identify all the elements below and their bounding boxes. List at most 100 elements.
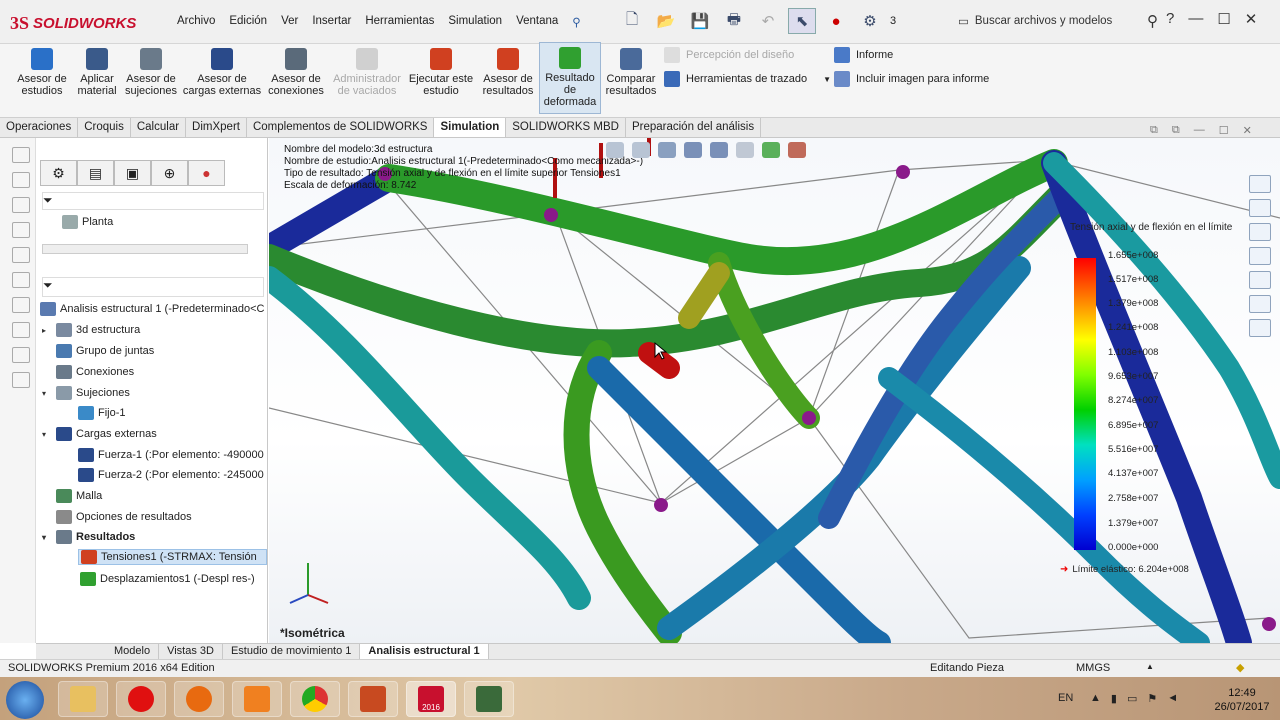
filter-bar[interactable]: ⏷ [42,192,264,210]
menu-insertar[interactable]: Insertar [305,12,358,32]
start-button[interactable] [6,681,44,719]
tab-mbd[interactable]: SOLIDWORKS MBD [506,118,626,137]
select-arrow-icon[interactable]: ⬉ [788,8,816,34]
tab-estudio-movimiento[interactable]: Estudio de movimiento 1 [223,644,361,659]
tray-arrow-icon[interactable]: ▲ [1090,692,1101,705]
tool-icon[interactable] [12,322,30,338]
print-icon[interactable]: 🖶 [720,8,748,34]
open-icon[interactable]: 📂 [652,8,680,34]
chrome-taskbar-button[interactable] [290,681,340,717]
filter-bar-2[interactable]: ⏷ [42,277,264,297]
home-icon[interactable] [1249,175,1271,193]
display-style-icon[interactable] [710,142,728,158]
tool-icon[interactable] [12,247,30,263]
explorer-taskbar-button[interactable] [58,681,108,717]
tree-item[interactable]: Fuerza-2 (:Por elemento: -245000 [64,468,264,482]
menu-simulation[interactable]: Simulation [441,12,509,32]
media-taskbar-button[interactable] [232,681,282,717]
zoom-icon[interactable] [606,142,624,158]
network-icon[interactable]: ▮ [1111,692,1117,705]
external-loads-advisor-button[interactable]: Asesor de cargas externas [182,44,262,116]
help-icon[interactable]: ? [1166,10,1174,28]
appearance-icon[interactable] [762,142,780,158]
tree-item[interactable]: Conexiones [42,365,134,379]
compare-results-button[interactable]: Comparar resultados [602,44,660,116]
study-advisor-button[interactable]: Asesor de estudios [12,44,72,116]
volume-icon[interactable]: ◄ [1167,692,1178,705]
menu-herramientas[interactable]: Herramientas [358,12,441,32]
property-manager-tab-icon[interactable]: ▤ [77,160,114,186]
tab-navigation[interactable] [36,644,106,659]
tree-item[interactable]: ▾ Sujeciones [42,386,130,400]
study-root[interactable]: Analisis estructural 1 (-Predeterminado<… [40,302,265,316]
menu-ver[interactable]: Ver [274,12,305,32]
tab-preparacion[interactable]: Preparación del análisis [626,118,762,137]
tool-icon[interactable] [12,372,30,388]
tool-icon[interactable] [12,222,30,238]
tool-icon[interactable] [12,147,30,163]
library-icon[interactable] [1249,199,1271,217]
feature-tree-tab-icon[interactable]: ⚙ [40,160,77,186]
tree-item[interactable]: ▸ 3d estructura [42,323,140,337]
maximize-button[interactable]: ☐ [1217,10,1230,28]
tab-modelo[interactable]: Modelo [106,644,160,659]
configuration-tab-icon[interactable]: ▣ [114,160,151,186]
menu-ventana[interactable]: Ventana [509,12,565,32]
dropdown-icon[interactable]: ▼ [823,75,831,84]
traffic-light-icon[interactable]: ● [822,8,850,34]
run-study-button[interactable]: Ejecutar este estudio [406,44,476,116]
restore-icon[interactable]: ⧉ [1150,124,1158,137]
view-orientation-icon[interactable] [684,142,702,158]
minimize-icon[interactable]: — [1194,124,1205,137]
firefox-taskbar-button[interactable] [174,681,224,717]
search-box[interactable]: ▭ Buscar archivos y modelos ⚲ [958,9,1158,33]
horizontal-scrollbar[interactable] [42,244,248,254]
close-icon[interactable]: ✕ [1243,124,1252,137]
solidworks-logo[interactable]: 3S SOLIDWORKS [10,8,150,38]
options-icon[interactable]: ⚙ [856,8,884,34]
tab-dimxpert[interactable]: DimXpert [186,118,247,137]
save-icon[interactable]: 💾 [686,8,714,34]
tree-item-selected[interactable]: Tensiones1 (-STRMAX: Tensión [78,549,267,565]
dimxpert-tab-icon[interactable]: ⊕ [151,160,188,186]
tree-item[interactable]: Opciones de resultados [42,510,192,524]
include-image-button[interactable]: Incluir imagen para informe [834,71,989,87]
language-indicator[interactable]: EN [1058,692,1073,704]
display-manager-tab-icon[interactable]: ● [188,160,225,186]
hide-show-icon[interactable] [736,142,754,158]
shell-manager-button[interactable]: Administrador de vaciados [330,44,404,116]
tab-calcular[interactable]: Calcular [131,118,187,137]
close-button[interactable]: ✕ [1245,10,1258,28]
tree-item[interactable]: ▾ Resultados [42,530,135,544]
deformed-result-button[interactable]: Resultado de deformada [539,42,601,114]
results-advisor-button[interactable]: Asesor de resultados [478,44,538,116]
tab-operaciones[interactable]: Operaciones [0,118,79,137]
pin-icon[interactable]: ⚲ [565,12,587,32]
tree-item[interactable]: Malla [42,489,102,503]
tree-item[interactable]: Grupo de juntas [42,344,154,358]
design-insight-button[interactable]: Percepción del diseño [664,47,794,63]
menu-archivo[interactable]: Archivo [170,12,222,32]
report-button[interactable]: Informe [834,47,893,63]
connections-advisor-button[interactable]: Asesor de conexiones [264,44,328,116]
tree-item[interactable]: ▾ Cargas externas [42,427,157,441]
units-selector[interactable]: MMGS [1076,662,1110,674]
flag-icon[interactable]: ⚑ [1147,692,1157,705]
undo-icon[interactable]: ↶ [754,8,782,34]
units-dropdown-icon[interactable]: ▲ [1146,662,1154,671]
tool-icon[interactable] [12,347,30,363]
zoom-area-icon[interactable] [632,142,650,158]
tool-icon[interactable] [12,197,30,213]
tab-croquis[interactable]: Croquis [78,118,131,137]
tree-item[interactable]: Desplazamientos1 (-Despl res-) [80,572,255,586]
tree-item[interactable]: Fuerza-1 (:Por elemento: -490000 [64,448,264,462]
tab-vistas-3d[interactable]: Vistas 3D [159,644,223,659]
tab-complementos[interactable]: Complementos de SOLIDWORKS [247,118,435,137]
tree-item[interactable]: Fijo-1 [64,406,126,420]
plot-tools-button[interactable]: Herramientas de trazado ▼ [664,71,831,87]
search-icon[interactable]: ⚲ [1147,12,1158,30]
minimize-button[interactable]: — [1188,10,1203,28]
menu-edicion[interactable]: Edición [222,12,274,32]
maximize-icon[interactable]: ☐ [1219,124,1229,137]
new-document-icon[interactable]: 🗋 [618,8,646,34]
